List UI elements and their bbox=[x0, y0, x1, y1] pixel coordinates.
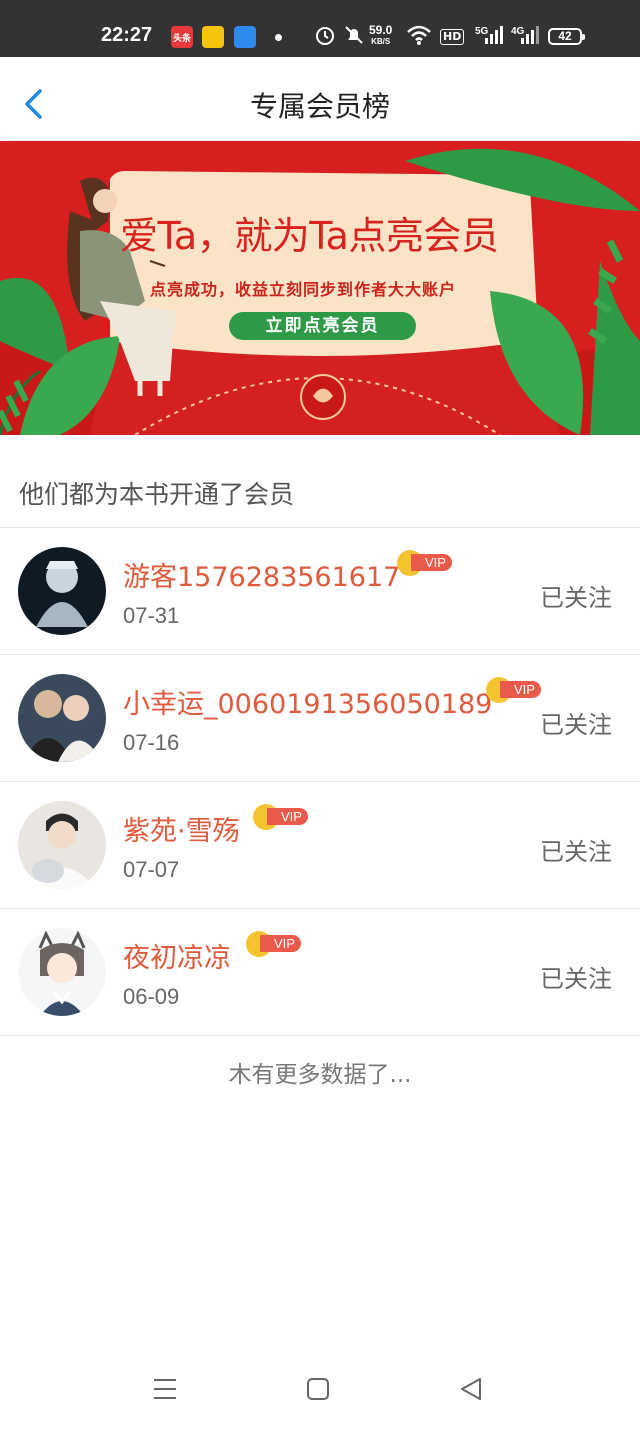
weibo-app-icon bbox=[202, 26, 224, 48]
toutiao-app-icon: 头条 bbox=[171, 26, 193, 48]
member-name[interactable]: 紫苑·雪殇 bbox=[123, 809, 240, 848]
speed-value: 59.0 bbox=[369, 23, 393, 37]
section-title: 他们都为本书开通了会员 bbox=[19, 480, 295, 509]
wifi-icon bbox=[407, 25, 431, 45]
banner-subline: 点亮成功，收益立刻同步到作者大大账户 bbox=[150, 280, 457, 299]
list-item[interactable]: 紫苑·雪殇 VIP 07-07 已关注 bbox=[0, 782, 640, 909]
member-name[interactable]: 小幸运_0060191356050189 bbox=[123, 682, 492, 721]
top-nav-bar: 专属会员榜 bbox=[0, 57, 640, 141]
member-date: 07-07 bbox=[123, 857, 180, 882]
more-notifications-dot-icon bbox=[275, 34, 282, 41]
no-more-data-text: 木有更多数据了... bbox=[228, 1062, 412, 1088]
vip-label: VIP bbox=[500, 681, 541, 698]
list-item[interactable]: 小幸运_0060191356050189 VIP 07-16 已关注 bbox=[0, 655, 640, 782]
member-name[interactable]: 游客1576283561617 bbox=[123, 555, 400, 594]
avatar[interactable] bbox=[18, 801, 106, 889]
avatar[interactable] bbox=[18, 674, 106, 762]
status-time: 22:27 bbox=[101, 24, 153, 46]
toutiao-app-label: 头条 bbox=[173, 34, 192, 44]
hd-voice-icon: HD bbox=[440, 29, 465, 45]
navigation-app-icon bbox=[234, 26, 256, 48]
speed-unit: KB/S bbox=[371, 37, 391, 46]
section-header: 他们都为本书开通了会员 bbox=[0, 435, 640, 528]
system-navigation-bar bbox=[0, 1350, 640, 1429]
member-date: 06-09 bbox=[123, 984, 180, 1009]
followed-button[interactable]: 已关注 bbox=[540, 705, 612, 740]
battery-icon: 42 bbox=[548, 28, 585, 45]
vip-label: VIP bbox=[267, 808, 308, 825]
vip-label: VIP bbox=[260, 935, 301, 952]
network-speed: 59.0 KB/S bbox=[369, 23, 393, 47]
followed-button[interactable]: 已关注 bbox=[540, 578, 612, 613]
light-up-membership-button[interactable]: 立即点亮会员 bbox=[229, 312, 416, 340]
followed-button[interactable]: 已关注 bbox=[540, 959, 612, 994]
avatar[interactable] bbox=[18, 928, 106, 1016]
vip-label: VIP bbox=[411, 554, 452, 571]
page-title: 专属会员榜 bbox=[249, 90, 390, 123]
member-promo-banner[interactable]: 爱Ta，就为Ta点亮会员 点亮成功，收益立刻同步到作者大大账户 立即点亮会员 bbox=[0, 141, 640, 435]
signal-4g-icon bbox=[521, 26, 539, 44]
member-list: 游客1576283561617 VIP 07-31 已关注 小幸运_006019… bbox=[0, 528, 640, 1036]
list-item[interactable]: 夜初凉凉 VIP 06-09 已关注 bbox=[0, 909, 640, 1036]
member-date: 07-31 bbox=[123, 603, 180, 628]
status-bar: 22:27 头条 59.0 KB/S HD 5G 4G 42 bbox=[0, 0, 640, 57]
home-icon[interactable] bbox=[305, 1374, 331, 1404]
banner-headline: 爱Ta，就为Ta点亮会员 bbox=[120, 214, 499, 258]
back-triangle-icon[interactable] bbox=[458, 1374, 484, 1404]
menu-icon[interactable] bbox=[152, 1374, 178, 1404]
avatar[interactable] bbox=[18, 547, 106, 635]
signal-5g-icon bbox=[485, 26, 503, 44]
member-date: 07-16 bbox=[123, 730, 180, 755]
member-name[interactable]: 夜初凉凉 bbox=[123, 936, 231, 975]
followed-button[interactable]: 已关注 bbox=[540, 832, 612, 867]
alarm-icon bbox=[316, 27, 334, 45]
list-item[interactable]: 游客1576283561617 VIP 07-31 已关注 bbox=[0, 528, 640, 655]
mute-bell-icon bbox=[345, 26, 363, 44]
